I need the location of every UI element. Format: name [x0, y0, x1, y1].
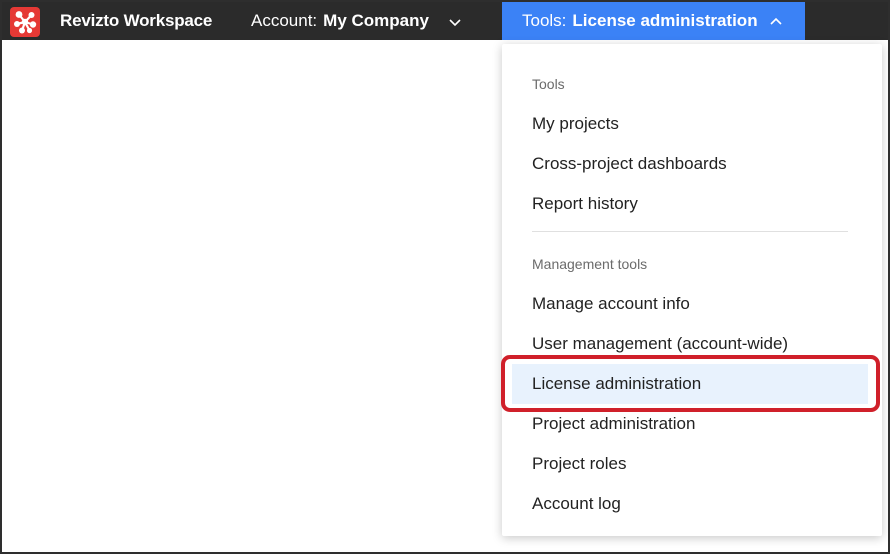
menu-item-manage-account-info[interactable]: Manage account info	[512, 284, 868, 324]
account-value: My Company	[323, 11, 429, 30]
menu-divider	[532, 231, 848, 232]
account-selector[interactable]: Account: My Company	[251, 2, 463, 40]
section-header-management-tools: Management tools	[532, 256, 648, 272]
menu-item-account-log[interactable]: Account log	[512, 484, 868, 524]
menu-item-cross-project-dashboards[interactable]: Cross-project dashboards	[512, 144, 868, 184]
revizto-logo-icon[interactable]	[10, 7, 40, 37]
menu-item-report-history[interactable]: Report history	[512, 184, 868, 224]
section-header-tools: Tools	[532, 76, 565, 92]
chevron-down-icon	[447, 14, 463, 30]
menu-item-user-management[interactable]: User management (account-wide)	[512, 324, 868, 364]
tools-value: License administration	[572, 11, 758, 30]
tools-menu-button[interactable]: Tools: License administration	[502, 2, 805, 40]
tools-label: Tools:	[522, 11, 567, 30]
menu-item-license-administration[interactable]: License administration	[512, 364, 868, 404]
menu-item-my-projects[interactable]: My projects	[512, 104, 868, 144]
brand-title[interactable]: Revizto Workspace	[60, 2, 212, 40]
menu-item-project-administration[interactable]: Project administration	[512, 404, 868, 444]
menu-item-project-roles[interactable]: Project roles	[512, 444, 868, 484]
tools-dropdown-menu: Tools My projects Cross-project dashboar…	[502, 44, 882, 536]
chevron-up-icon	[768, 14, 784, 30]
app-window: Revizto Workspace Account: My Company Too…	[0, 0, 890, 554]
account-label: Account:	[251, 11, 318, 30]
top-bar: Revizto Workspace Account: My Company Too…	[2, 2, 888, 40]
